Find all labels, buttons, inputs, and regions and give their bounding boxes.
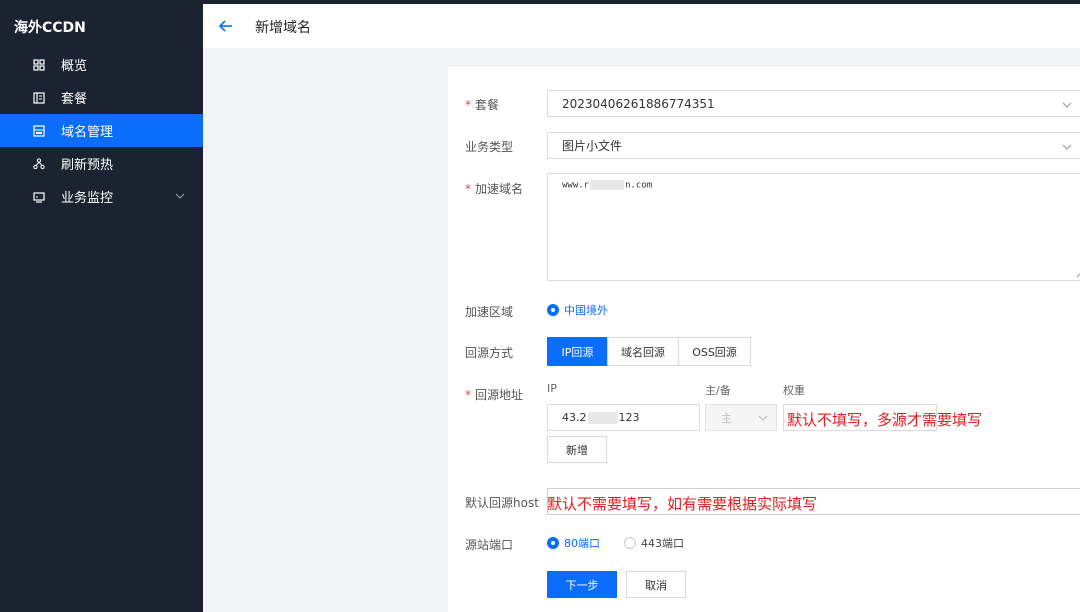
domain-suffix: n.com xyxy=(625,180,653,191)
sidebar-item-label: 刷新预热 xyxy=(61,158,114,173)
dashboard-icon xyxy=(33,58,45,71)
package-select[interactable]: 20230406261886774351 xyxy=(547,90,1080,117)
radio-unchecked-icon xyxy=(624,537,636,549)
origin-role-select[interactable]: 主 xyxy=(705,404,777,431)
role-column-header: 主/备 xyxy=(705,384,731,397)
origin-addr-label: * 回源地址 xyxy=(465,388,524,402)
sidebar-item-label: 套餐 xyxy=(61,92,88,107)
resize-handle-icon[interactable] xyxy=(1076,270,1080,278)
port-radio-80[interactable]: 80端口 xyxy=(547,535,600,551)
weight-annotation: 默认不填写，多源才需要填写 xyxy=(787,411,983,429)
redacted-block xyxy=(587,411,618,424)
port-label: 源站端口 xyxy=(465,538,514,552)
host-annotation: 默认不需要填写，如有需要根据实际填写 xyxy=(547,495,818,513)
refresh-icon xyxy=(33,157,45,170)
port-radio-443[interactable]: 443端口 xyxy=(624,535,684,551)
sidebar-item-refresh-preheat[interactable]: 刷新预热 xyxy=(0,147,203,180)
biz-type-label: 业务类型 xyxy=(465,140,514,154)
origin-mode-oss-button[interactable]: OSS回源 xyxy=(678,337,751,366)
chevron-down-icon xyxy=(1062,141,1072,151)
origin-mode-ip-button[interactable]: IP回源 xyxy=(547,337,608,366)
sidebar: 海外CCDN 概览 套餐 域名管理 刷新预热 业务监控 xyxy=(0,0,203,612)
biz-type-select[interactable]: 图片小文件 xyxy=(547,132,1080,159)
sidebar-item-business-monitor[interactable]: 业务监控 xyxy=(0,180,203,213)
origin-ip-input[interactable]: 43.2 123 xyxy=(547,404,700,431)
domain-label: * 加速域名 xyxy=(465,182,524,196)
origin-mode-label: 回源方式 xyxy=(465,346,514,360)
origin-mode-domain-button[interactable]: 域名回源 xyxy=(607,337,679,366)
redacted-block xyxy=(590,180,625,190)
add-origin-button[interactable]: 新增 xyxy=(547,436,607,463)
chevron-down-icon[interactable] xyxy=(175,190,185,200)
weight-column-header: 权重 xyxy=(783,384,805,397)
package-select-value: 20230406261886774351 xyxy=(562,96,715,111)
form-panel: * 套餐 20230406261886774351 业务类型 图片小文件 * 加速域… xyxy=(448,67,1080,612)
sidebar-item-package[interactable]: 套餐 xyxy=(0,81,203,114)
page-header: 新增域名 xyxy=(203,4,1080,48)
sidebar-item-overview[interactable]: 概览 xyxy=(0,48,203,81)
package-icon xyxy=(33,91,45,104)
biz-type-select-value: 图片小文件 xyxy=(562,139,623,153)
package-label: * 套餐 xyxy=(465,98,500,112)
sidebar-item-domain-management[interactable]: 域名管理 xyxy=(0,114,203,147)
region-label: 加速区域 xyxy=(465,305,514,319)
cancel-button[interactable]: 取消 xyxy=(626,571,686,598)
next-step-button[interactable]: 下一步 xyxy=(547,571,617,598)
ip-column-header: IP xyxy=(547,382,557,395)
region-radio-overseas[interactable]: 中国境外 xyxy=(547,302,608,318)
radio-checked-icon xyxy=(547,537,559,549)
monitor-icon xyxy=(33,191,45,203)
domain-prefix: www.r xyxy=(562,180,590,191)
domain-icon xyxy=(33,124,45,137)
chevron-down-icon xyxy=(1062,99,1072,109)
origin-mode-segmented: IP回源 域名回源 OSS回源 xyxy=(547,337,751,366)
radio-checked-icon xyxy=(547,304,559,316)
sidebar-item-label: 概览 xyxy=(61,59,88,74)
back-arrow-icon[interactable] xyxy=(217,17,235,35)
sidebar-item-label: 业务监控 xyxy=(61,191,114,206)
domain-textarea[interactable]: www.r n.com xyxy=(547,173,1080,281)
sidebar-nav: 概览 套餐 域名管理 刷新预热 业务监控 xyxy=(0,48,203,213)
page-title: 新增域名 xyxy=(255,20,311,36)
brand-title: 海外CCDN xyxy=(14,20,86,36)
host-label: 默认回源host xyxy=(465,496,539,510)
sidebar-item-label: 域名管理 xyxy=(61,125,114,140)
chevron-down-icon xyxy=(758,413,768,423)
